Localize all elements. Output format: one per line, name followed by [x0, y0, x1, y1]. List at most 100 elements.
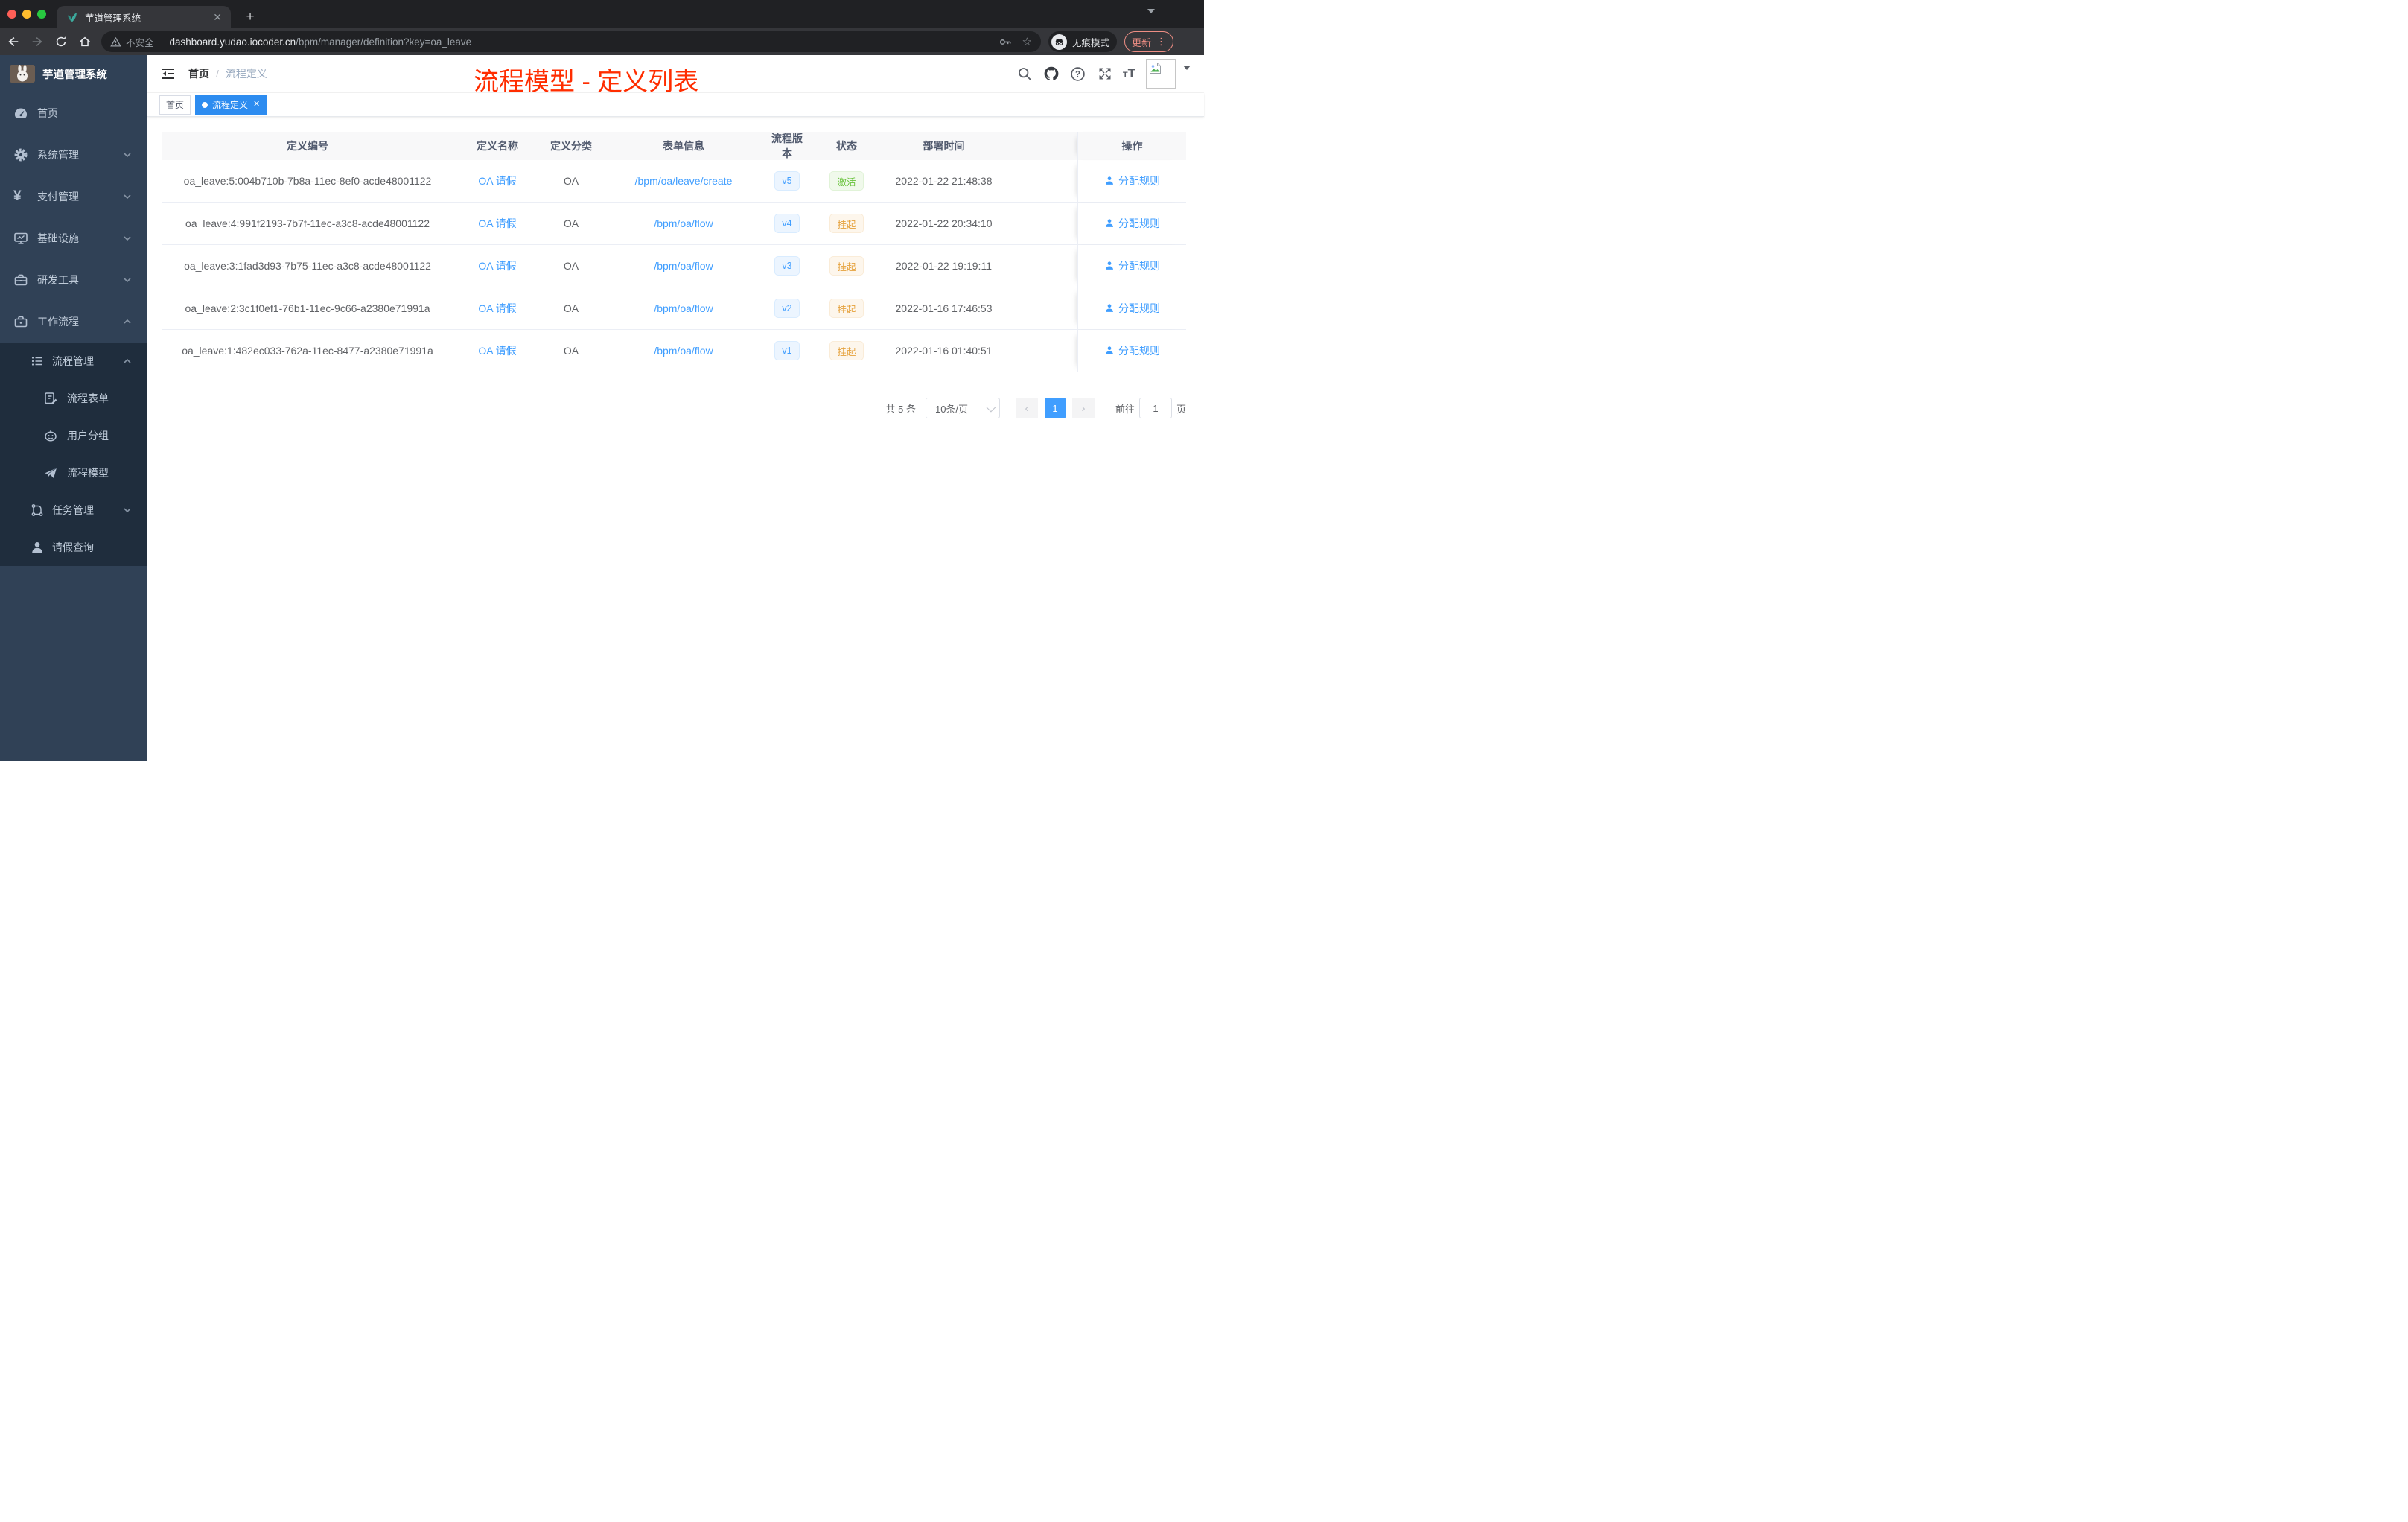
- deploy-time: 2022-01-16 01:40:51: [895, 345, 993, 357]
- not-secure-label[interactable]: 不安全: [126, 35, 154, 49]
- chrome-update-button[interactable]: 更新 ⋮: [1124, 31, 1174, 52]
- user-icon: [1106, 176, 1113, 185]
- form-link[interactable]: /bpm/oa/flow: [654, 345, 713, 357]
- chevron-up-icon: [122, 356, 133, 366]
- avatar[interactable]: [1146, 59, 1176, 89]
- assign-rule-link[interactable]: 分配规则: [1104, 216, 1160, 231]
- breadcrumb-home[interactable]: 首页: [188, 66, 209, 81]
- chevron-down-icon: [122, 275, 133, 285]
- form-link[interactable]: /bpm/oa/flow: [654, 217, 713, 229]
- help-icon[interactable]: ?: [1069, 65, 1087, 83]
- browser-menu-dots-icon[interactable]: ⋮: [1156, 36, 1166, 48]
- forward-icon[interactable]: [27, 31, 48, 52]
- annotation-overlay: 流程模型 - 定义列表: [474, 68, 699, 96]
- page-number-button[interactable]: 1: [1044, 398, 1066, 418]
- column-header-deploy-time: 部署时间: [886, 132, 1001, 160]
- home-icon[interactable]: [74, 31, 95, 52]
- paper-plane-icon: [43, 465, 58, 480]
- sidebar-item-payment[interactable]: ¥ 支付管理: [0, 176, 147, 217]
- definition-name-link[interactable]: OA 请假: [478, 258, 516, 273]
- sidebar-item-task-management[interactable]: 任务管理: [0, 491, 147, 529]
- definition-name-link[interactable]: OA 请假: [478, 173, 516, 188]
- window-minimize-button[interactable]: [22, 10, 31, 19]
- reload-icon[interactable]: [51, 31, 71, 52]
- user-icon: [1106, 304, 1113, 312]
- table-row: oa_leave:2:3c1f0ef1-76b1-11ec-9c66-a2380…: [162, 287, 1186, 330]
- sidebar-item-process-model[interactable]: 流程模型: [0, 454, 147, 491]
- font-size-icon[interactable]: TT: [1123, 66, 1135, 81]
- breadcrumb: 首页 / 流程定义: [188, 66, 267, 81]
- definition-name-link[interactable]: OA 请假: [478, 301, 516, 316]
- sidebar-item-workflow[interactable]: 工作流程: [0, 301, 147, 343]
- github-icon[interactable]: [1042, 65, 1060, 83]
- back-icon[interactable]: [3, 31, 24, 52]
- sidebar-item-infrastructure[interactable]: 基础设施: [0, 217, 147, 259]
- app-title: 芋道管理系统: [42, 69, 107, 81]
- column-header-definition-name: 定义名称: [453, 132, 542, 160]
- version-badge: v2: [774, 299, 800, 318]
- breadcrumb-separator: /: [216, 68, 219, 80]
- definition-name-link[interactable]: OA 请假: [478, 216, 516, 231]
- robot-icon: [43, 428, 58, 443]
- definition-name-link[interactable]: OA 请假: [478, 343, 516, 358]
- sidebar-collapse-icon[interactable]: [160, 66, 176, 82]
- dashboard-icon: [13, 106, 28, 121]
- tag-home[interactable]: 首页: [159, 95, 191, 115]
- logo-rabbit-image: [10, 65, 35, 83]
- sidebar-item-system[interactable]: 系统管理: [0, 134, 147, 176]
- incognito-icon: [1051, 34, 1067, 50]
- definition-id: oa_leave:5:004b710b-7b8a-11ec-8ef0-acde4…: [183, 175, 432, 187]
- sidebar-item-devtools[interactable]: 研发工具: [0, 259, 147, 301]
- window-zoom-button[interactable]: [37, 10, 46, 19]
- monitor-icon: [13, 231, 28, 246]
- update-label[interactable]: 更新: [1132, 35, 1151, 49]
- assign-rule-link[interactable]: 分配规则: [1104, 258, 1160, 273]
- browser-tab[interactable]: 芋道管理系统 ✕: [57, 6, 231, 28]
- next-page-button[interactable]: ›: [1071, 398, 1095, 418]
- window-close-button[interactable]: [7, 10, 16, 19]
- sidebar-item-user-group[interactable]: 用户分组: [0, 417, 147, 454]
- page-size-select[interactable]: 10条/页: [925, 398, 1000, 418]
- status-badge: 挂起: [829, 299, 864, 318]
- assign-rule-link[interactable]: 分配规则: [1104, 343, 1160, 358]
- tag-close-icon[interactable]: ✕: [253, 101, 260, 109]
- avatar-dropdown-caret-icon[interactable]: [1183, 66, 1191, 70]
- tab-close-icon[interactable]: ✕: [211, 11, 223, 24]
- new-tab-button[interactable]: +: [240, 7, 261, 28]
- sidebar-item-leave-query[interactable]: 请假查询: [0, 529, 147, 566]
- search-icon[interactable]: [1016, 65, 1033, 83]
- fullscreen-icon[interactable]: [1096, 65, 1114, 83]
- chevron-down-icon: [122, 505, 133, 515]
- url-bar[interactable]: 不安全 dashboard.yudao.iocoder.cn/bpm/manag…: [101, 31, 1041, 52]
- prev-page-button[interactable]: ‹: [1015, 398, 1038, 418]
- sidebar-item-process-form[interactable]: 流程表单: [0, 380, 147, 417]
- favicon-plant-icon: [66, 11, 78, 23]
- sidebar-logo[interactable]: 芋道管理系统: [0, 55, 147, 92]
- form-link[interactable]: /bpm/oa/flow: [654, 260, 713, 272]
- yen-icon: ¥: [13, 188, 22, 204]
- bookmark-star-icon[interactable]: ☆: [1022, 35, 1032, 48]
- tab-search-chevron-icon[interactable]: [1147, 9, 1155, 13]
- breadcrumb-current: 流程定义: [225, 68, 267, 80]
- incognito-badge: 无痕模式: [1048, 31, 1118, 52]
- browser-tab-title: 芋道管理系统: [85, 13, 141, 24]
- user-icon: [1106, 219, 1113, 227]
- chevron-down-icon: [122, 233, 133, 243]
- definition-category: OA: [563, 175, 579, 187]
- assign-rule-link[interactable]: 分配规则: [1104, 173, 1160, 188]
- tag-process-definition[interactable]: 流程定义 ✕: [195, 95, 267, 115]
- goto-page-input[interactable]: [1138, 398, 1172, 418]
- column-header-form-info: 表单信息: [600, 132, 767, 160]
- table-row: oa_leave:3:1fad3d93-7b75-11ec-a3c8-acde4…: [162, 245, 1186, 287]
- assign-rule-link[interactable]: 分配规则: [1104, 301, 1160, 316]
- table-row: oa_leave:4:991f2193-7b7f-11ec-a3c8-acde4…: [162, 203, 1186, 245]
- form-link[interactable]: /bpm/oa/leave/create: [635, 175, 733, 187]
- active-tag-dot: [202, 101, 208, 108]
- deploy-time: 2022-01-22 21:48:38: [895, 175, 993, 187]
- sidebar-item-process-management[interactable]: 流程管理: [0, 343, 147, 380]
- sidebar-item-home[interactable]: 首页: [0, 92, 147, 134]
- select-caret-icon: [986, 402, 996, 412]
- form-link[interactable]: /bpm/oa/flow: [654, 302, 713, 314]
- password-key-icon[interactable]: [998, 35, 1012, 48]
- gear-icon: [13, 147, 28, 162]
